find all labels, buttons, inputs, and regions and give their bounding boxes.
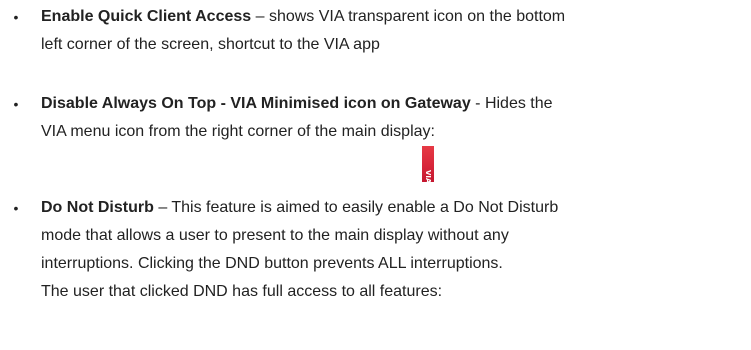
item-description: - Hides the [470, 95, 553, 112]
item-line-1: Enable Quick Client Access – shows VIA t… [41, 3, 741, 31]
bullet-icon: • [13, 96, 19, 112]
list-item-disable-always-on-top: • Disable Always On Top - VIA Minimised … [14, 90, 741, 146]
item-description: – shows VIA transparent icon on the bott… [251, 8, 566, 25]
bullet-icon: • [13, 9, 19, 25]
list-item-enable-quick-client-access: • Enable Quick Client Access – shows VIA… [14, 3, 741, 59]
item-term: Disable Always On Top - VIA Minimised ic… [41, 95, 471, 112]
item-term: Enable Quick Client Access [41, 8, 252, 25]
item-line-2: VIA menu icon from the right corner of t… [41, 123, 435, 140]
via-icon-label: VIA [424, 170, 432, 184]
item-line-1: Do Not Disturb – This feature is aimed t… [41, 194, 741, 222]
list-item-do-not-disturb: • Do Not Disturb – This feature is aimed… [14, 194, 741, 306]
item-line-4: The user that clicked DND has full acces… [41, 283, 443, 300]
item-line-2: left corner of the screen, shortcut to t… [41, 36, 380, 53]
via-minimised-icon: VIA [422, 146, 434, 184]
item-description: – This feature is aimed to easily enable… [153, 199, 559, 216]
item-line-2: mode that allows a user to present to th… [41, 227, 509, 244]
bullet-icon: • [13, 200, 19, 216]
item-term: Do Not Disturb [41, 199, 154, 216]
item-line-3: interruptions. Clicking the DND button p… [41, 255, 503, 272]
item-line-1: Disable Always On Top - VIA Minimised ic… [41, 90, 741, 118]
